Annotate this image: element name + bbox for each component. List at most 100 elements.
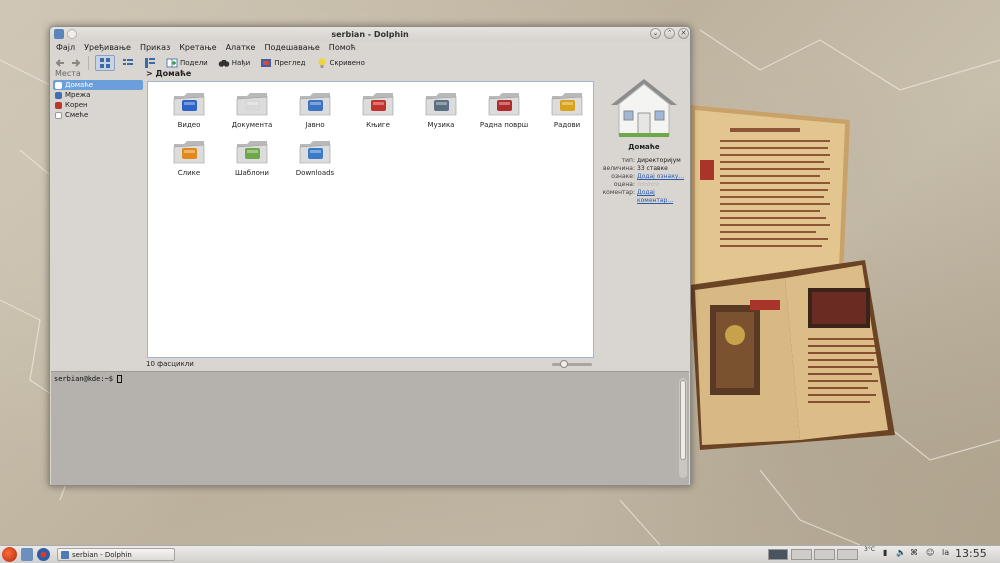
window-title: serbian - Dolphin <box>331 29 409 39</box>
folder-label: Видео <box>177 121 201 129</box>
file-manager-launcher-icon[interactable] <box>21 548 33 561</box>
keyboard-layout[interactable]: la <box>942 548 949 557</box>
minimize-button[interactable]: ⌄ <box>650 28 661 39</box>
folder-label: Радови <box>553 121 581 129</box>
terminal-scrollbar[interactable] <box>679 378 687 478</box>
folder-label: Шаблони <box>235 169 269 177</box>
taskbar-task-dolphin[interactable]: serbian - Dolphin <box>57 548 175 561</box>
close-button[interactable]: ✕ <box>678 28 689 39</box>
manuscript-books-illustration <box>690 105 895 450</box>
pager-desktop-3[interactable] <box>814 549 835 560</box>
pdf-folder-icon <box>362 93 394 116</box>
split-button[interactable]: Подели <box>163 56 211 70</box>
menu-settings[interactable]: Подешавање <box>264 43 319 52</box>
application-launcher-icon[interactable] <box>2 547 17 562</box>
folder-label: Јавно <box>305 121 325 129</box>
menu-tools[interactable]: Алатке <box>226 43 256 52</box>
breadcrumb-arrow-icon: > <box>146 69 153 78</box>
menu-help[interactable]: Помоћ <box>329 43 356 52</box>
folder-label: Документа <box>231 121 273 129</box>
clipboard-icon[interactable]: ▮ <box>883 548 887 557</box>
desktop-folder-icon <box>488 93 520 116</box>
folder-item-music[interactable]: Музика <box>408 88 474 134</box>
add-comment-link[interactable]: Додај коментар... <box>637 189 673 204</box>
user-icon[interactable]: ☺ <box>926 548 934 557</box>
dolphin-task-icon <box>61 550 69 559</box>
volume-icon[interactable]: 🔈 <box>896 548 906 557</box>
info-row-comment: коментар: Додај коментар... <box>598 189 690 205</box>
folder-item-documents[interactable]: Документа <box>219 88 285 134</box>
pager-desktop-2[interactable] <box>791 549 812 560</box>
folder-item-public[interactable]: Јавно <box>282 88 348 134</box>
info-value: директоријум <box>637 157 681 164</box>
file-view[interactable]: Видео Документа Јавно Књиге Музика Радна повр… <box>147 81 594 358</box>
pager-desktop-1[interactable] <box>768 549 788 560</box>
folder-item-projects[interactable]: Радови <box>534 88 600 134</box>
place-item-home[interactable]: Домаће <box>53 80 143 90</box>
split-button-label: Подели <box>180 59 208 67</box>
place-item-network[interactable]: Мрежа <box>53 90 143 100</box>
place-item-root[interactable]: Корен <box>53 100 143 110</box>
browser-launcher-icon[interactable] <box>37 548 50 561</box>
place-item-label: Домаће <box>65 81 94 89</box>
info-row-rating: оцена: ☆☆☆☆☆ <box>598 181 690 189</box>
zoom-slider[interactable] <box>552 360 592 368</box>
menu-file[interactable]: Фајл <box>56 43 75 52</box>
home-icon <box>55 81 62 89</box>
terminal-line: serbian@kde:~$ <box>51 372 689 386</box>
show-hidden-button-label: Скривено <box>329 59 365 67</box>
templates-folder-icon <box>236 141 268 164</box>
window-titlebar[interactable]: serbian - Dolphin ⌄ ⌃ ✕ <box>50 27 690 41</box>
dolphin-app-icon[interactable] <box>54 29 64 39</box>
clock[interactable]: 13:55 <box>955 547 987 560</box>
zoom-slider-handle[interactable] <box>560 360 568 368</box>
folder-label: Радна површ <box>479 121 529 129</box>
folder-label: Књиге <box>366 121 390 129</box>
trash-icon <box>55 111 62 119</box>
add-tags-link[interactable]: Додај ознаку... <box>637 173 684 180</box>
rating-stars[interactable]: ☆☆☆☆☆ <box>636 181 690 189</box>
info-row-size: величина: 33 ставке <box>598 165 690 173</box>
music-folder-icon <box>425 93 457 116</box>
menu-edit[interactable]: Уређивање <box>84 43 131 52</box>
folder-item-templates[interactable]: Шаблони <box>219 136 285 182</box>
preview-icon <box>261 59 272 67</box>
preview-button-label: Преглед <box>274 59 306 67</box>
info-key: коментар: <box>602 189 635 196</box>
folder-item-downloads[interactable]: Downloads <box>282 136 348 182</box>
terminal-panel[interactable]: serbian@kde:~$ <box>51 371 689 485</box>
projects-folder-icon <box>551 93 583 116</box>
public-folder-icon <box>299 93 331 116</box>
breadcrumb-home[interactable]: Домаће <box>156 69 192 78</box>
columns-view-button[interactable] <box>141 56 159 70</box>
preview-button[interactable]: Преглед <box>257 56 308 70</box>
place-item-trash[interactable]: Смеће <box>53 110 143 120</box>
dolphin-window: serbian - Dolphin ⌄ ⌃ ✕ Фајл Уређивање П… <box>49 26 691 486</box>
maximize-button[interactable]: ⌃ <box>664 28 675 39</box>
places-panel: Места Домаће Мрежа Корен Смеће <box>53 67 143 367</box>
network-tray-icon[interactable]: ⌘ <box>910 548 918 557</box>
folder-label: Downloads <box>295 169 335 177</box>
split-view-icon <box>166 58 178 68</box>
pager-desktop-4[interactable] <box>837 549 858 560</box>
folder-item-pictures[interactable]: Слике <box>156 136 222 182</box>
folder-label: Музика <box>427 121 455 129</box>
place-item-label: Корен <box>65 101 88 109</box>
network-icon <box>55 91 62 99</box>
terminal-scrollbar-thumb[interactable] <box>680 380 686 460</box>
folder-item-desktop[interactable]: Радна површ <box>471 88 537 134</box>
info-folder-name: Домаће <box>628 143 660 151</box>
terminal-prompt: serbian@kde:~$ <box>54 375 114 383</box>
menu-go[interactable]: Кретање <box>179 43 216 52</box>
folder-item-books[interactable]: Књиге <box>345 88 411 134</box>
find-button[interactable]: Нађи <box>215 56 253 70</box>
downloads-folder-icon <box>299 141 331 164</box>
on-all-desktops-button[interactable] <box>67 29 77 39</box>
folder-item-videos[interactable]: Видео <box>156 88 222 134</box>
binoculars-icon <box>218 60 230 67</box>
weather-temperature[interactable]: 3°C <box>864 546 875 553</box>
menu-view[interactable]: Приказ <box>140 43 170 52</box>
info-key: ознаке: <box>611 173 635 180</box>
information-panel: Домаће тип: директоријум величина: 33 ст… <box>598 69 690 369</box>
show-hidden-button[interactable]: Скривено <box>313 56 368 70</box>
